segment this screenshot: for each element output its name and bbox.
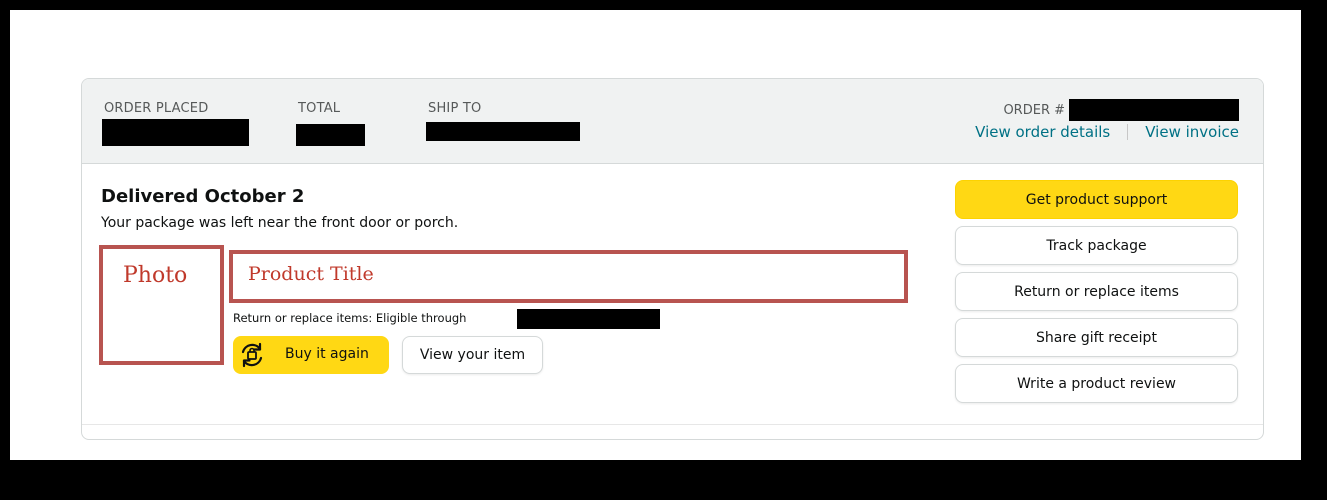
return-eligibility-label: Return or replace items: Eligible throug… bbox=[233, 311, 467, 325]
view-your-item-button[interactable]: View your item bbox=[402, 336, 543, 374]
card-divider bbox=[82, 424, 1263, 425]
total-value-redacted bbox=[296, 124, 365, 146]
delivery-status-title: Delivered October 2 bbox=[101, 186, 305, 207]
product-title-placeholder-text: Product Title bbox=[248, 263, 374, 285]
buy-it-again-button[interactable]: Buy it again bbox=[233, 336, 389, 374]
order-placed-value-redacted bbox=[102, 119, 249, 146]
order-links: View order details View invoice bbox=[975, 123, 1239, 141]
order-placed-label: ORDER PLACED bbox=[104, 101, 209, 116]
photo-placeholder-text: Photo bbox=[123, 263, 188, 288]
return-or-replace-items-button[interactable]: Return or replace items bbox=[955, 272, 1238, 311]
order-card: ORDER PLACED TOTAL SHIP TO ORDER # View … bbox=[81, 78, 1264, 440]
buy-it-again-label: Buy it again bbox=[285, 346, 369, 362]
product-photo[interactable]: Photo bbox=[99, 245, 224, 365]
order-number-label: ORDER # bbox=[1003, 102, 1065, 118]
product-title-link[interactable]: Product Title bbox=[229, 250, 908, 303]
view-invoice-link[interactable]: View invoice bbox=[1145, 123, 1239, 141]
ship-to-value-redacted[interactable] bbox=[426, 122, 580, 141]
order-actions: Get product support Track package Return… bbox=[955, 180, 1238, 410]
delivery-status-subtitle: Your package was left near the front doo… bbox=[101, 215, 459, 231]
ship-to-label: SHIP TO bbox=[428, 101, 482, 116]
order-header: ORDER PLACED TOTAL SHIP TO ORDER # View … bbox=[82, 79, 1263, 164]
reorder-cycle-icon bbox=[241, 342, 263, 368]
total-label: TOTAL bbox=[298, 101, 341, 116]
order-number-block: ORDER # View order details View invoice bbox=[919, 93, 1239, 153]
get-product-support-button[interactable]: Get product support bbox=[955, 180, 1238, 219]
write-product-review-button[interactable]: Write a product review bbox=[955, 364, 1238, 403]
order-number-line: ORDER # bbox=[1003, 99, 1239, 121]
return-eligibility-date-redacted bbox=[517, 309, 660, 329]
view-order-details-link[interactable]: View order details bbox=[975, 123, 1110, 141]
order-number-redacted bbox=[1069, 99, 1239, 121]
share-gift-receipt-button[interactable]: Share gift receipt bbox=[955, 318, 1238, 357]
return-eligibility-text: Return or replace items: Eligible throug… bbox=[233, 311, 466, 325]
link-separator bbox=[1127, 124, 1129, 140]
track-package-button[interactable]: Track package bbox=[955, 226, 1238, 265]
